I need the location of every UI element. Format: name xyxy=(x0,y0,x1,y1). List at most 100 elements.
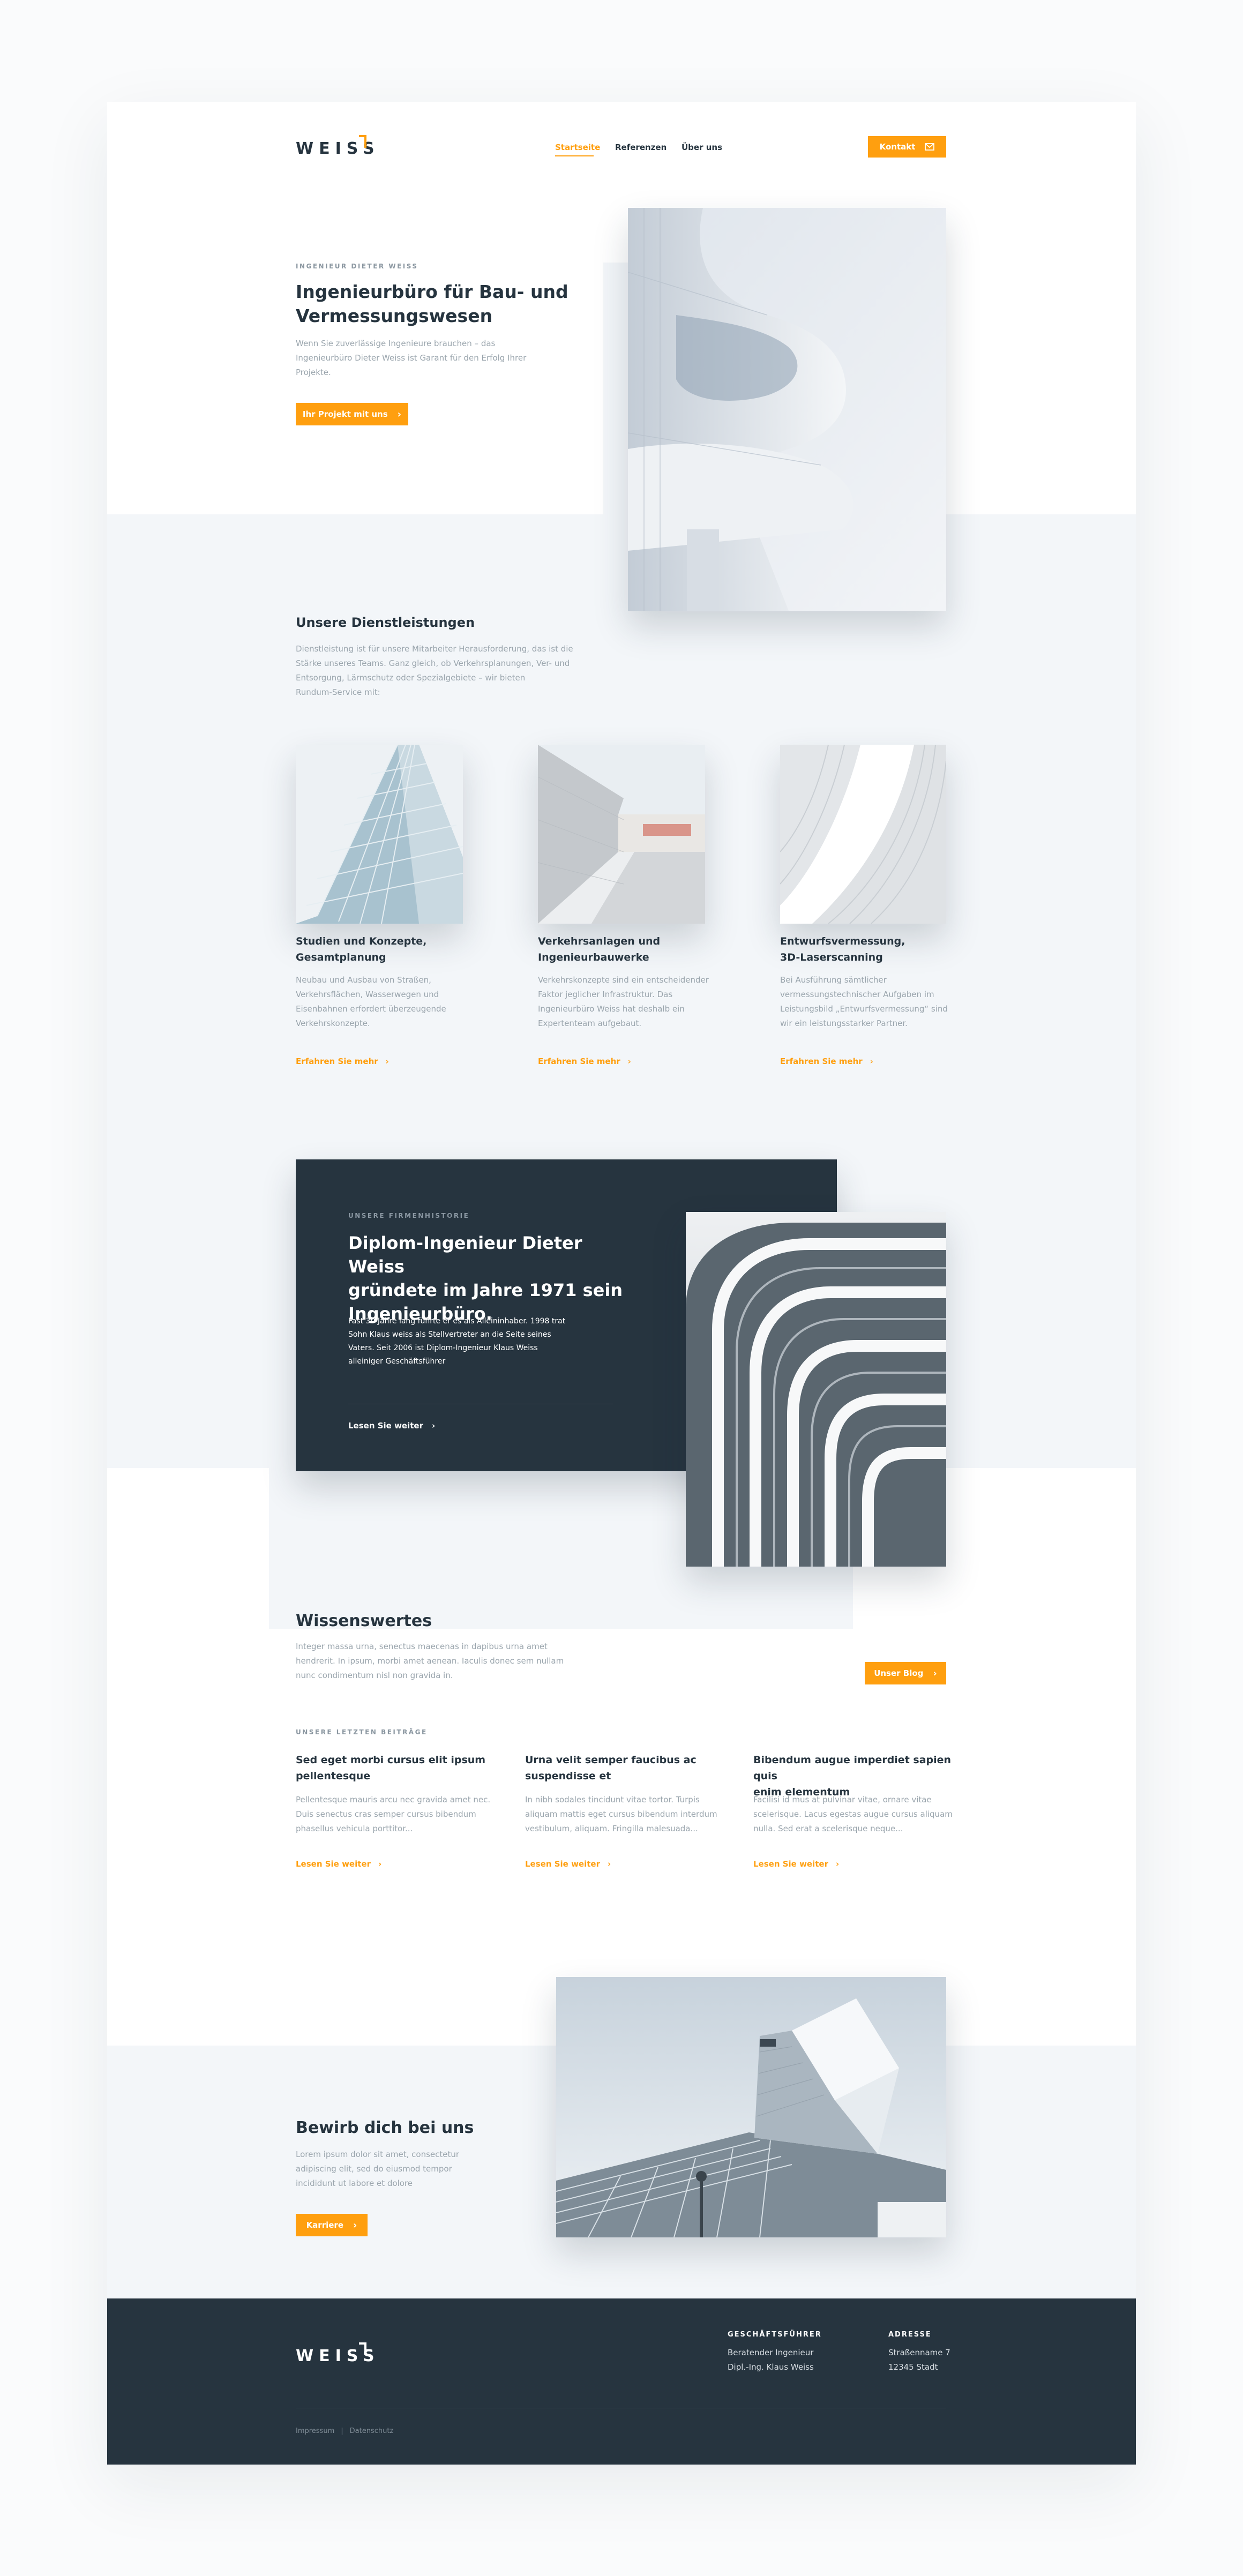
nav-item-startseite[interactable]: Startseite xyxy=(555,143,600,152)
post-more-link[interactable]: Lesen Sie weiter › xyxy=(525,1859,611,1869)
services-text-line: Stärke unseres Teams. Ganz gleich, ob Ve… xyxy=(296,658,570,668)
blog-text-line: nunc condimentum nisl non gravida in. xyxy=(296,1671,453,1680)
blog-title: Wissenswertes xyxy=(296,1612,432,1630)
history-text-line: Sohn Klaus weiss als Stellvertreter an d… xyxy=(348,1330,551,1339)
footer-ceo-line: Beratender Ingenieur xyxy=(728,2348,814,2357)
logo[interactable]: WEISS xyxy=(296,139,380,158)
services-text-line: Dienstleistung ist für unsere Mitarbeite… xyxy=(296,644,573,654)
service-card-text-line: Expertenteam aufgebaut. xyxy=(538,1019,642,1028)
history-eyebrow: UNSERE FIRMENHISTORIE xyxy=(348,1212,470,1219)
post-excerpt-line: Facilisi id mus at pulvinar vitae, ornar… xyxy=(753,1795,932,1804)
more-link-label: Lesen Sie weiter xyxy=(753,1859,828,1869)
history-text: Fast 30 Jahre lang führte er es als Alle… xyxy=(348,1315,605,1368)
service-card-title-line: Gesamtplanung xyxy=(296,952,386,963)
services-text: Dienstleistung ist für unsere Mitarbeite… xyxy=(296,642,585,700)
career-button[interactable]: Karriere › xyxy=(296,2214,368,2236)
history-more-link[interactable]: Lesen Sie weiter › xyxy=(348,1421,435,1431)
blog-text-line: hendrerit. In ipsum, morbi amet aenean. … xyxy=(296,1656,564,1666)
footer-ceo-text: Beratender Ingenieur Dipl.-Ing. Klaus We… xyxy=(728,2346,845,2375)
chevron-right-icon: › xyxy=(432,1421,436,1431)
service-card-text-line: Verkehrskonzepte sind ein entscheidender xyxy=(538,975,709,985)
post-excerpt-line: Pellentesque mauris arcu nec gravida ame… xyxy=(296,1795,491,1804)
service-card-title-line: Verkehrsanlagen und xyxy=(538,935,661,947)
blog-text: Integer massa urna, senectus maecenas in… xyxy=(296,1639,596,1683)
service-card-title-line: Studien und Konzepte, xyxy=(296,935,427,947)
post-excerpt-line: Duis senectus cras semper cursus bibendu… xyxy=(296,1809,476,1819)
history-text-line: alleiniger Geschäftsführer xyxy=(348,1357,446,1366)
service-card-text-line: Faktor jeglicher Infrastruktur. Das xyxy=(538,990,673,999)
hero-title-line: Ingenieurbüro für Bau- und xyxy=(296,281,568,302)
post-title-line: Bibendum augue imperdiet sapien quis xyxy=(753,1754,952,1782)
service-card-text-line: Ingenieurbüro Weiss hat deshalb ein xyxy=(538,1004,685,1014)
chevron-right-icon: › xyxy=(378,1859,382,1869)
chevron-right-icon: › xyxy=(353,2219,357,2231)
nav-item-ueber-uns[interactable]: Über uns xyxy=(682,143,722,152)
service-image-white-curves xyxy=(780,745,946,924)
chevron-right-icon: › xyxy=(933,1667,937,1679)
service-card-more-link[interactable]: Erfahren Sie mehr › xyxy=(780,1057,873,1066)
history-title: Diplom-Ingenieur Dieter Weiss gründete i… xyxy=(348,1231,627,1326)
service-card-more-link[interactable]: Erfahren Sie mehr › xyxy=(296,1057,389,1066)
post-excerpt: Facilisi id mus at pulvinar vitae, ornar… xyxy=(753,1793,962,1836)
service-card-more-link[interactable]: Erfahren Sie mehr › xyxy=(538,1057,631,1066)
service-card-text: Bei Ausführung sämtlicher vermessungstec… xyxy=(780,973,957,1031)
post-excerpt-line: nulla. Sed erat a scelerisque neque... xyxy=(753,1824,903,1833)
blog-button-label: Unser Blog xyxy=(874,1668,924,1678)
career-image xyxy=(556,1977,946,2237)
post-title[interactable]: Sed eget morbi cursus elit ipsum pellent… xyxy=(296,1752,499,1784)
blog-text-line: Integer massa urna, senectus maecenas in… xyxy=(296,1642,548,1651)
contact-button[interactable]: Kontakt xyxy=(868,136,946,158)
service-image-glass-facade xyxy=(296,745,463,924)
more-link-label: Erfahren Sie mehr xyxy=(538,1057,620,1066)
footer-logo[interactable]: WEISS xyxy=(296,2347,380,2365)
career-text-line: Lorem ipsum dolor sit amet, consectetur xyxy=(296,2150,460,2159)
post-title-line: Sed eget morbi cursus elit ipsum xyxy=(296,1754,486,1766)
contact-button-label: Kontakt xyxy=(879,142,916,152)
chevron-right-icon: › xyxy=(870,1057,873,1066)
hero-text-line: Ingenieurbüro Dieter Weiss ist Garant fü… xyxy=(296,353,527,363)
chevron-right-icon: › xyxy=(627,1057,631,1066)
post-excerpt-line: vestibulum, aliquam. Fringilla malesuada… xyxy=(525,1824,698,1833)
service-card-text-line: Bei Ausführung sämtlicher xyxy=(780,975,887,985)
service-card-title: Verkehrsanlagen und Ingenieurbauwerke xyxy=(538,933,705,965)
post-title-line: Urna velit semper faucibus ac xyxy=(525,1754,697,1766)
history-text-line: Fast 30 Jahre lang führte er es als Alle… xyxy=(348,1317,566,1326)
hero-text-line: Projekte. xyxy=(296,368,331,377)
more-link-label: Lesen Sie weiter xyxy=(296,1859,371,1869)
service-card-text-line: Leistungsbild „Entwurfsvermessung“ sind xyxy=(780,1004,948,1014)
post-title[interactable]: Urna velit semper faucibus ac suspendiss… xyxy=(525,1752,729,1784)
page: WEISS Startseite Referenzen Über uns Kon… xyxy=(107,102,1136,2465)
hero-title-line: Vermessungswesen xyxy=(296,305,493,326)
blog-button[interactable]: Unser Blog › xyxy=(865,1662,946,1684)
history-image xyxy=(686,1212,946,1567)
footer-datenschutz-link[interactable]: Datenschutz xyxy=(350,2427,394,2435)
service-card-text-line: Neubau und Ausbau von Straßen, xyxy=(296,975,431,985)
nav-active-underline xyxy=(555,155,594,156)
more-link-label: Lesen Sie weiter xyxy=(348,1421,423,1431)
chevron-right-icon: › xyxy=(608,1859,611,1869)
chevron-right-icon: › xyxy=(397,408,402,420)
hero-cta-button[interactable]: Ihr Projekt mit uns › xyxy=(296,403,408,425)
hero-image xyxy=(628,208,946,611)
career-text: Lorem ipsum dolor sit amet, consectetur … xyxy=(296,2147,521,2191)
career-text-line: adipiscing elit, sed do eiusmod tempor xyxy=(296,2164,452,2174)
hero-eyebrow: INGENIEUR DIETER WEISS xyxy=(296,263,418,270)
hero-title: Ingenieurbüro für Bau- und Vermessungswe… xyxy=(296,280,574,328)
post-excerpt-line: phasellus vehicula porttitor... xyxy=(296,1824,413,1833)
post-title-line: suspendisse et xyxy=(525,1770,611,1782)
career-button-label: Karriere xyxy=(306,2220,343,2230)
history-title-line: gründete im Jahre 1971 sein xyxy=(348,1280,623,1300)
post-more-link[interactable]: Lesen Sie weiter › xyxy=(296,1859,381,1869)
more-link-label: Lesen Sie weiter xyxy=(525,1859,600,1869)
footer-ceo-heading: GESCHÄFTSFÜHRER xyxy=(728,2331,822,2339)
post-more-link[interactable]: Lesen Sie weiter › xyxy=(753,1859,839,1869)
history-title-line: Diplom-Ingenieur Dieter Weiss xyxy=(348,1233,582,1277)
service-card-title-line: Entwurfsvermessung, xyxy=(780,935,905,947)
nav-item-referenzen[interactable]: Referenzen xyxy=(615,143,667,152)
logo-mark-icon xyxy=(359,2342,366,2355)
footer-impressum-link[interactable]: Impressum xyxy=(296,2427,334,2435)
history-text-line: Vaters. Seit 2006 ist Diplom-Ingenieur K… xyxy=(348,1344,538,1352)
hero-text-line: Wenn Sie zuverlässige Ingenieure brauche… xyxy=(296,339,496,348)
service-card-title: Entwurfsvermessung, 3D-Laserscanning xyxy=(780,933,947,965)
more-link-label: Erfahren Sie mehr xyxy=(780,1057,863,1066)
